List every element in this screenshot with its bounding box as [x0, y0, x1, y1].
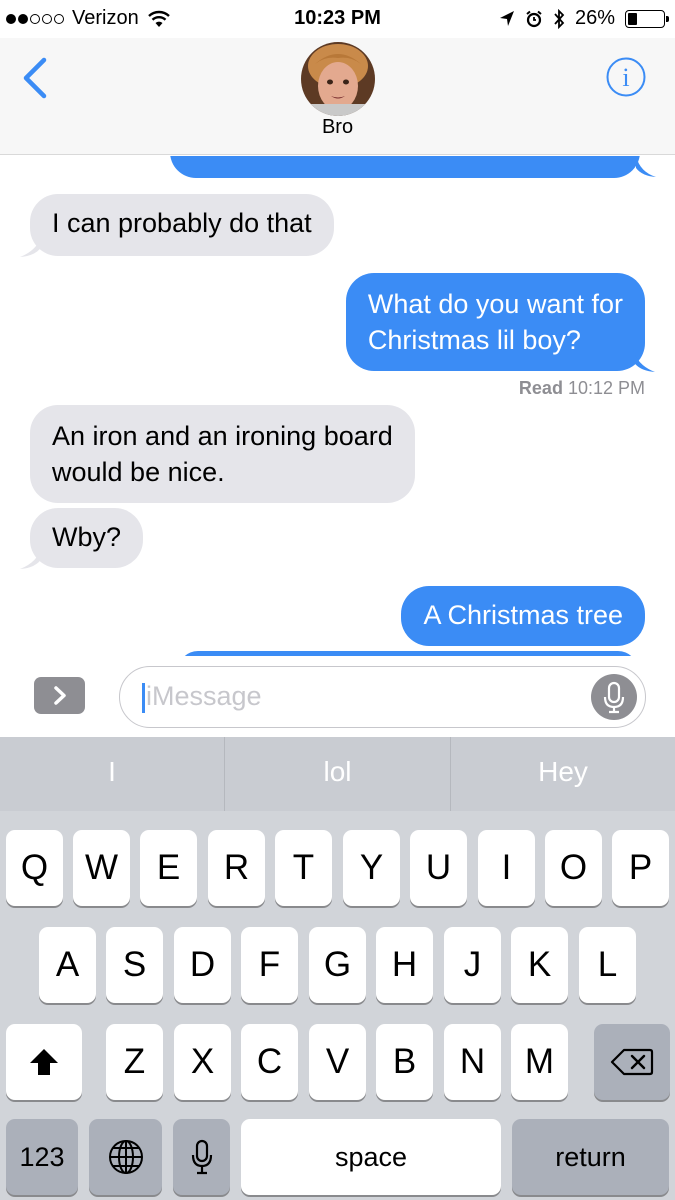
battery-percentage: 26% [574, 7, 615, 29]
keyboard: I lol Hey Q W E R T Y U I O P A S D F G … [0, 737, 675, 1200]
bubble-tail [20, 546, 42, 569]
contact-avatar[interactable] [301, 42, 375, 116]
bubble-tail [636, 156, 656, 177]
info-icon: i [606, 57, 646, 97]
key-b[interactable]: B [376, 1024, 433, 1100]
key-r[interactable]: R [208, 830, 265, 906]
alarm-icon [526, 10, 542, 27]
message-bubble-incoming[interactable]: I can probably do that [30, 194, 334, 256]
predictive-text-bar: I lol Hey [0, 737, 675, 811]
message-input-bar: iMessage [0, 656, 675, 737]
space-key[interactable]: space [241, 1119, 501, 1195]
key-a[interactable]: A [39, 927, 96, 1003]
read-label: Read [518, 378, 563, 398]
key-t[interactable]: T [275, 830, 332, 906]
message-thread[interactable]: I can probably do that What do you want … [0, 156, 675, 656]
key-i[interactable]: I [478, 830, 535, 906]
message-bubble-outgoing-partial[interactable] [170, 156, 640, 178]
contact-name[interactable]: Bro [0, 116, 675, 139]
shift-key[interactable] [6, 1024, 82, 1100]
message-text-line: Christmas lil boy? [367, 325, 581, 355]
key-n[interactable]: N [444, 1024, 501, 1100]
key-l[interactable]: L [579, 927, 636, 1003]
apps-button[interactable] [34, 677, 85, 714]
key-p[interactable]: P [612, 830, 669, 906]
key-k[interactable]: K [511, 927, 568, 1003]
conversation-header: Bro i [0, 38, 675, 155]
status-bar: Verizon 10:23 PM 26% [0, 0, 675, 38]
key-x[interactable]: X [174, 1024, 231, 1100]
message-bubble-incoming[interactable]: Wby? [30, 508, 144, 568]
key-q[interactable]: Q [6, 830, 63, 906]
key-w[interactable]: W [73, 830, 130, 906]
return-key[interactable]: return [512, 1119, 669, 1195]
imessage-input[interactable]: iMessage [119, 666, 646, 728]
bluetooth-icon [554, 8, 565, 29]
prediction-1[interactable]: I [0, 737, 224, 811]
key-m[interactable]: M [511, 1024, 568, 1100]
prediction-3[interactable]: Hey [451, 737, 675, 811]
key-o[interactable]: O [545, 830, 602, 906]
key-v[interactable]: V [309, 1024, 366, 1100]
message-bubble-outgoing[interactable]: A Christmas tree [401, 586, 645, 646]
microphone-icon [191, 1139, 212, 1175]
key-g[interactable]: G [309, 927, 366, 1003]
prediction-2[interactable]: lol [225, 737, 450, 811]
key-y[interactable]: Y [343, 830, 400, 906]
dictation-key[interactable] [173, 1119, 230, 1195]
location-icon [499, 10, 514, 26]
read-receipt: Read 10:12 PM [519, 378, 645, 399]
key-e[interactable]: E [140, 830, 197, 906]
message-text-line: would be nice. [52, 457, 225, 487]
numbers-key[interactable]: 123 [6, 1119, 78, 1195]
message-text: A Christmas tree [423, 600, 623, 630]
globe-icon [108, 1140, 143, 1174]
key-z[interactable]: Z [106, 1024, 163, 1100]
globe-key[interactable] [89, 1119, 162, 1195]
back-button[interactable] [14, 56, 54, 100]
chevron-left-icon [23, 57, 47, 99]
read-time: 10:12 PM [567, 378, 645, 398]
delete-key[interactable] [594, 1024, 670, 1100]
backspace-icon [610, 1048, 654, 1076]
message-bubble-outgoing[interactable]: What do you want for Christmas lil boy? [345, 273, 645, 371]
message-text: I can probably do that [52, 208, 312, 238]
battery-icon [625, 9, 669, 28]
bubble-tail [20, 234, 42, 257]
key-s[interactable]: S [106, 927, 163, 1003]
key-f[interactable]: F [241, 927, 298, 1003]
info-button[interactable]: i [605, 56, 647, 98]
key-j[interactable]: J [444, 927, 501, 1003]
message-text-line: An iron and an ironing board [52, 421, 393, 451]
message-bubble-incoming[interactable]: An iron and an ironing board would be ni… [30, 405, 415, 503]
text-cursor [142, 683, 145, 713]
contact-photo [301, 42, 375, 116]
key-c[interactable]: C [241, 1024, 298, 1100]
input-placeholder: iMessage [146, 681, 262, 711]
key-d[interactable]: D [174, 927, 231, 1003]
key-h[interactable]: H [376, 927, 433, 1003]
bubble-tail [633, 349, 655, 372]
dictation-button[interactable] [591, 674, 637, 720]
shift-arrow-icon [30, 1049, 58, 1075]
chevron-right-icon [54, 686, 66, 705]
svg-text:i: i [622, 63, 629, 92]
microphone-icon [603, 681, 625, 714]
message-text-line: What do you want for [367, 289, 623, 319]
message-text: Wby? [52, 522, 122, 552]
key-u[interactable]: U [410, 830, 467, 906]
